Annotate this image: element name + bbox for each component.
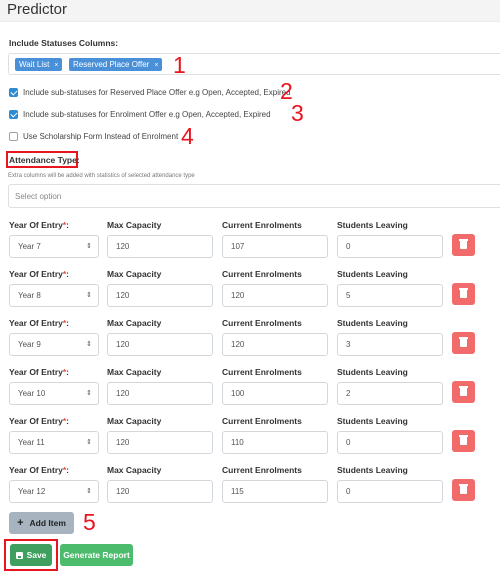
max-capacity-label: Max Capacity [107, 367, 162, 377]
tag-wait-list[interactable]: Wait List × [15, 58, 63, 71]
current-enrolments-label: Current Enrolments [222, 220, 302, 230]
add-item-label: Add Item [29, 518, 66, 528]
delete-row-button[interactable] [452, 283, 475, 305]
current-enrolments-label: Current Enrolments [222, 416, 302, 426]
statuses-multiselect[interactable]: Wait List × Reserved Place Offer × [8, 53, 500, 75]
floppy-disk-icon [15, 551, 23, 559]
max-capacity-input[interactable]: 120 [107, 284, 213, 307]
checkbox[interactable] [9, 87, 18, 97]
students-leaving-input[interactable]: 3 [337, 333, 443, 356]
year-of-entry-label: Year Of Entry*: [9, 367, 70, 377]
students-leaving-label: Students Leaving [337, 220, 408, 230]
attendance-hint: Extra columns will be added with statist… [8, 173, 195, 179]
current-enrolments-input[interactable]: 120 [222, 284, 328, 307]
checkbox[interactable] [9, 109, 18, 119]
year-of-entry-label: Year Of Entry*: [9, 269, 70, 279]
plus-icon: + [17, 517, 24, 529]
current-enrolments-input[interactable]: 107 [222, 235, 328, 258]
generate-report-button[interactable]: Generate Report [60, 544, 133, 566]
max-capacity-input[interactable]: 120 [107, 333, 213, 356]
option-label: Include sub-statuses for Reserved Place … [23, 87, 291, 97]
remove-tag-icon[interactable]: × [154, 62, 158, 69]
year-of-entry-select[interactable]: Year 12 ⇕ [9, 480, 99, 503]
select-arrow-icon: ⇕ [86, 390, 92, 397]
save-label: Save [26, 550, 47, 560]
year-of-entry-select[interactable]: Year 7 ⇕ [9, 235, 99, 258]
current-enrolments-input[interactable]: 115 [222, 480, 328, 503]
delete-row-button[interactable] [452, 381, 475, 403]
page-title: Predictor [7, 1, 68, 18]
current-enrolments-label: Current Enrolments [222, 465, 302, 475]
option-label: Include sub-statuses for Enrolment Offer… [23, 109, 271, 119]
delete-row-button[interactable] [452, 479, 475, 501]
attendance-label: Attendance Type: [9, 155, 80, 165]
delete-row-button[interactable] [452, 234, 475, 256]
year-of-entry-select[interactable]: Year 10 ⇕ [9, 382, 99, 405]
attendance-select[interactable]: Select option [8, 184, 500, 208]
year-of-entry-label: Year Of Entry*: [9, 318, 70, 328]
select-arrow-icon: ⇕ [86, 488, 92, 495]
max-capacity-input[interactable]: 120 [107, 431, 213, 454]
trash-icon [459, 484, 468, 494]
trash-icon [459, 337, 468, 347]
option-enrolment-substatuses[interactable]: Include sub-statuses for Enrolment Offer… [9, 108, 271, 120]
annotation-4: 4 [181, 123, 194, 149]
current-enrolments-input[interactable]: 100 [222, 382, 328, 405]
students-leaving-input[interactable]: 0 [337, 431, 443, 454]
max-capacity-label: Max Capacity [107, 416, 162, 426]
add-item-button[interactable]: + Add Item [9, 512, 74, 534]
current-enrolments-label: Current Enrolments [222, 367, 302, 377]
students-leaving-label: Students Leaving [337, 367, 408, 377]
page-header: Predictor [0, 0, 500, 22]
current-enrolments-label: Current Enrolments [222, 269, 302, 279]
students-leaving-label: Students Leaving [337, 269, 408, 279]
year-of-entry-label: Year Of Entry*: [9, 416, 70, 426]
max-capacity-input[interactable]: 120 [107, 382, 213, 405]
students-leaving-input[interactable]: 0 [337, 235, 443, 258]
tag-label: Wait List [19, 60, 50, 69]
max-capacity-label: Max Capacity [107, 465, 162, 475]
students-leaving-input[interactable]: 5 [337, 284, 443, 307]
option-scholarship-form[interactable]: Use Scholarship Form Instead of Enrolmen… [9, 130, 178, 142]
tag-label: Reserved Place Offer [73, 60, 150, 69]
students-leaving-label: Students Leaving [337, 465, 408, 475]
students-leaving-input[interactable]: 2 [337, 382, 443, 405]
students-leaving-label: Students Leaving [337, 416, 408, 426]
year-of-entry-label: Year Of Entry*: [9, 465, 70, 475]
trash-icon [459, 435, 468, 445]
select-arrow-icon: ⇕ [86, 439, 92, 446]
year-of-entry-label: Year Of Entry*: [9, 220, 70, 230]
select-arrow-icon: ⇕ [86, 243, 92, 250]
year-of-entry-select[interactable]: Year 11 ⇕ [9, 431, 99, 454]
trash-icon [459, 239, 468, 249]
statuses-label: Include Statuses Columns: [9, 38, 119, 48]
current-enrolments-input[interactable]: 120 [222, 333, 328, 356]
save-button[interactable]: Save [10, 544, 52, 566]
delete-row-button[interactable] [452, 430, 475, 452]
select-arrow-icon: ⇕ [86, 341, 92, 348]
trash-icon [459, 386, 468, 396]
annotation-1: 1 [173, 52, 186, 78]
remove-tag-icon[interactable]: × [54, 62, 58, 69]
max-capacity-label: Max Capacity [107, 220, 162, 230]
year-of-entry-select[interactable]: Year 8 ⇕ [9, 284, 99, 307]
option-reserved-substatuses[interactable]: Include sub-statuses for Reserved Place … [9, 86, 291, 98]
annotation-3: 3 [291, 100, 304, 126]
max-capacity-label: Max Capacity [107, 269, 162, 279]
current-enrolments-input[interactable]: 110 [222, 431, 328, 454]
tag-reserved-place-offer[interactable]: Reserved Place Offer × [69, 58, 163, 71]
annotation-5: 5 [83, 509, 96, 535]
current-enrolments-label: Current Enrolments [222, 318, 302, 328]
students-leaving-input[interactable]: 0 [337, 480, 443, 503]
max-capacity-input[interactable]: 120 [107, 235, 213, 258]
max-capacity-label: Max Capacity [107, 318, 162, 328]
trash-icon [459, 288, 468, 298]
delete-row-button[interactable] [452, 332, 475, 354]
option-label: Use Scholarship Form Instead of Enrolmen… [23, 131, 179, 141]
max-capacity-input[interactable]: 120 [107, 480, 213, 503]
year-of-entry-select[interactable]: Year 9 ⇕ [9, 333, 99, 356]
checkbox[interactable] [9, 131, 18, 141]
students-leaving-label: Students Leaving [337, 318, 408, 328]
select-arrow-icon: ⇕ [86, 292, 92, 299]
